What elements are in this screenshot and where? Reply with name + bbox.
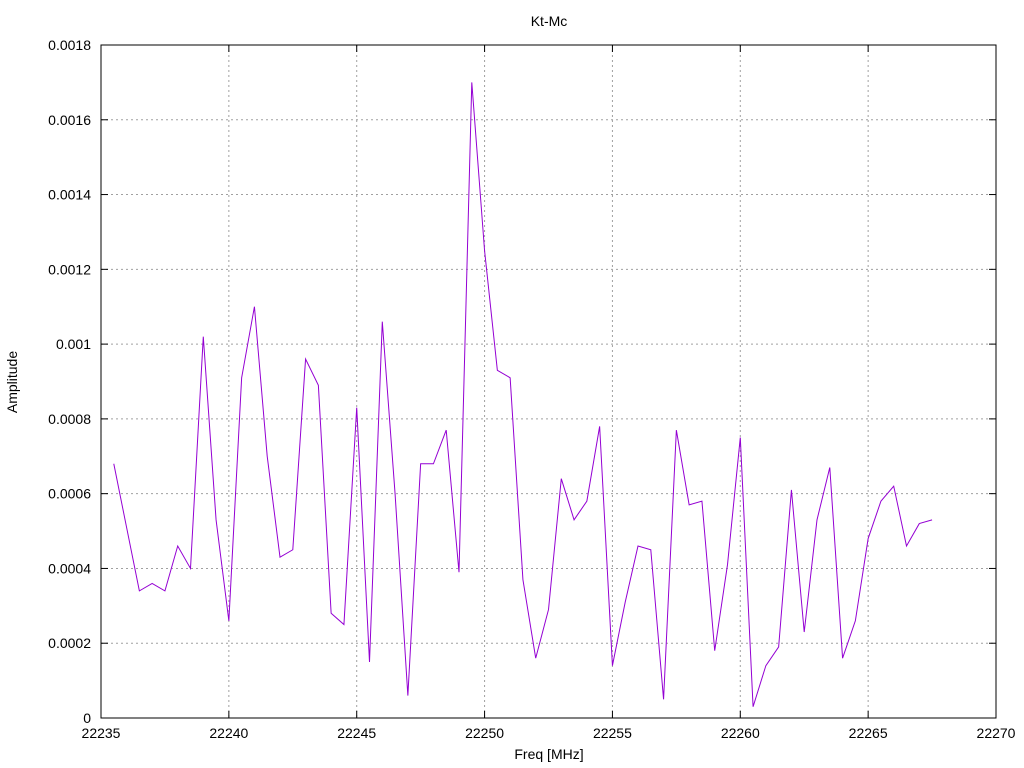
x-tick-label: 22260: [721, 725, 760, 741]
x-tick-label: 22235: [82, 725, 121, 741]
y-tick-label: 0.0016: [48, 112, 91, 128]
y-tick-label: 0.001: [56, 336, 91, 352]
series: [113, 82, 933, 707]
x-tick-label: 22250: [465, 725, 504, 741]
y-axis-label: Amplitude: [4, 351, 20, 413]
x-tick-label: 22265: [849, 725, 888, 741]
y-tick-label: 0.0002: [48, 635, 91, 651]
x-tick-label: 22255: [593, 725, 632, 741]
series-line: [113, 82, 933, 707]
y-tick-label: 0.0008: [48, 411, 91, 427]
y-tick-label: 0.0018: [48, 37, 91, 53]
chart-title: Kt-Mc: [531, 13, 568, 29]
x-tick-label: 22245: [337, 725, 376, 741]
x-tick-label: 22240: [209, 725, 248, 741]
grid: [101, 45, 996, 718]
y-tick-label: 0.0014: [48, 187, 91, 203]
plot-frame: [100, 44, 997, 719]
chart: 22235 22240 22245 22250 22255 22260 22265 22270…: [4, 13, 1016, 762]
x-tick-label: 22270: [977, 725, 1016, 741]
y-tick-label: 0.0012: [48, 261, 91, 277]
x-axis-label: Freq [MHz]: [514, 746, 583, 762]
y-tick-label: 0.0004: [48, 560, 91, 576]
y-tick-label: 0.0006: [48, 486, 91, 502]
y-tick-label: 0: [83, 710, 91, 726]
